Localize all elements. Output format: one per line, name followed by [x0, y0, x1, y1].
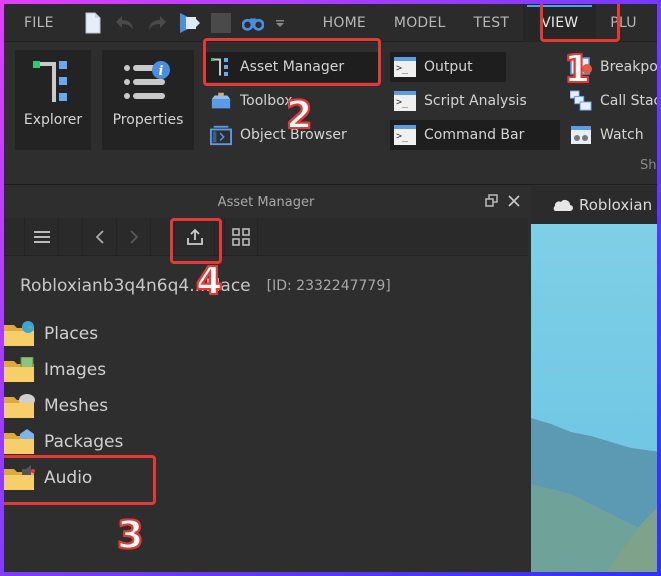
folder-places[interactable]: Places	[4, 316, 528, 352]
explorer-label: Explorer	[23, 112, 83, 128]
place-id: [ID: 2332247779]	[266, 278, 391, 294]
back-button[interactable]	[82, 218, 116, 255]
asset-manager-icon	[210, 56, 232, 78]
step-1-label: 1	[563, 47, 591, 91]
menu-bar: FILE HOME MODEL TEST VIEW PLU	[4, 4, 657, 42]
folder-packages[interactable]: Packages	[4, 424, 528, 460]
asset-manager-panel: Asset Manager Robloxianb3q4n6q4...Place …	[4, 186, 528, 572]
step-3-label: 3	[116, 513, 144, 557]
properties-button[interactable]: i Properties	[102, 50, 194, 150]
undo-icon[interactable]	[114, 12, 136, 34]
folder-label: Audio	[44, 468, 93, 488]
properties-label: Properties	[112, 112, 184, 128]
viewport-tab-label: Robloxian	[579, 196, 653, 214]
folder-label: Meshes	[44, 396, 109, 416]
meshes-folder-icon	[4, 393, 36, 419]
object-browser-icon	[210, 124, 232, 146]
explorer-icon	[33, 58, 73, 106]
explorer-button[interactable]: Explorer	[15, 50, 91, 150]
step-2-label: 2	[285, 93, 313, 137]
toolbox-icon	[210, 90, 232, 112]
output-button[interactable]: >_ Output	[390, 52, 506, 82]
view-ribbon: Explorer i Properties Asset Manager Tool…	[4, 42, 657, 185]
command-bar-label: Command Bar	[424, 127, 525, 143]
folder-audio[interactable]: Audio	[4, 460, 528, 496]
cloud-icon	[553, 200, 573, 211]
panel-title-bar: Asset Manager	[4, 186, 528, 218]
places-folder-icon	[4, 321, 36, 347]
close-panel-icon[interactable]	[508, 193, 520, 211]
tab-test[interactable]: TEST	[459, 4, 523, 42]
mountain-terrain	[531, 418, 657, 572]
command-bar-button[interactable]: >_ Command Bar	[390, 120, 560, 150]
forward-button[interactable]	[116, 218, 150, 255]
publish-icon[interactable]	[178, 12, 200, 34]
tab-model[interactable]: MODEL	[380, 4, 460, 42]
toolbox-label: Toolbox	[240, 93, 293, 109]
watch-icon	[570, 124, 592, 146]
stop-icon[interactable]	[210, 12, 232, 34]
breakpoints-label: Breakpo	[600, 59, 657, 75]
new-file-icon[interactable]	[82, 12, 104, 34]
packages-folder-icon	[4, 429, 36, 455]
script-analysis-button[interactable]: >_ Script Analysis	[390, 86, 560, 116]
chevron-right-icon	[129, 229, 138, 244]
roblox-studio-window: FILE HOME MODEL TEST VIEW PLU Explorer i…	[4, 4, 657, 572]
chevron-left-icon	[95, 229, 104, 244]
grid-view-button[interactable]	[224, 218, 258, 255]
bulk-import-button[interactable]	[174, 218, 214, 255]
file-menu[interactable]: FILE	[4, 4, 68, 42]
restore-window-icon[interactable]	[485, 193, 498, 211]
folder-meshes[interactable]: Meshes	[4, 388, 528, 424]
watch-button[interactable]: Watch	[566, 120, 657, 150]
folder-list: Places Images Meshes Packages Audio	[4, 316, 528, 496]
script-analysis-icon: >_	[394, 90, 416, 112]
tab-plugins[interactable]: PLU	[596, 4, 650, 42]
audio-folder-icon	[4, 465, 36, 491]
asset-manager-toolbar	[4, 218, 528, 256]
menu-button[interactable]	[24, 218, 58, 255]
hamburger-icon	[33, 230, 50, 243]
watch-label: Watch	[600, 127, 644, 143]
redo-icon[interactable]	[146, 12, 168, 34]
tab-home[interactable]: HOME	[309, 4, 380, 42]
customize-icon[interactable]	[274, 12, 286, 34]
script-analysis-label: Script Analysis	[424, 93, 527, 109]
properties-icon: i	[123, 58, 173, 106]
folder-label: Places	[44, 324, 99, 344]
command-bar-icon: >_	[394, 124, 416, 146]
call-stack-icon	[570, 90, 592, 112]
folder-images[interactable]: Images	[4, 352, 528, 388]
ribbon-section-label: Sh	[640, 158, 657, 173]
asset-manager-label: Asset Manager	[240, 59, 345, 75]
asset-manager-button[interactable]: Asset Manager	[206, 52, 378, 82]
svg-text:i: i	[159, 64, 164, 79]
output-label: Output	[424, 59, 473, 75]
images-folder-icon	[4, 356, 36, 383]
grid-icon	[232, 227, 250, 246]
scene-view[interactable]	[531, 224, 657, 572]
place-header: Robloxianb3q4n6q4...Place [ID: 233224777…	[4, 256, 528, 316]
upload-icon	[186, 228, 203, 245]
folder-label: Packages	[44, 432, 124, 452]
step-4-label: 4	[195, 259, 223, 303]
folder-label: Images	[44, 360, 107, 380]
call-stack-label: Call Stac	[600, 93, 657, 109]
game-viewport: Robloxian	[531, 186, 657, 572]
viewport-tab[interactable]: Robloxian	[531, 186, 657, 224]
output-icon: >_	[394, 56, 416, 78]
panel-title: Asset Manager	[217, 194, 315, 210]
find-icon[interactable]	[241, 12, 264, 34]
tab-view[interactable]: VIEW	[523, 4, 597, 42]
